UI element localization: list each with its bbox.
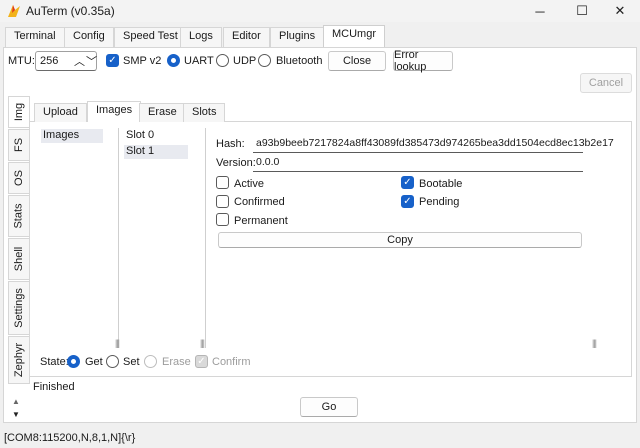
tab-mcumgr[interactable]: MCUmgr xyxy=(323,25,385,47)
tab-speed-test[interactable]: Speed Test xyxy=(114,27,187,47)
scroll-up-icon[interactable]: ▲ xyxy=(12,397,20,406)
images-list[interactable]: Images xyxy=(39,128,119,348)
side-tab-fs[interactable]: FS xyxy=(8,129,30,161)
scroll-down-icon[interactable]: ▼ xyxy=(12,410,20,419)
splitter-handle-icon[interactable]: ||| xyxy=(592,338,597,348)
uart-label: UART xyxy=(184,55,214,67)
status-bar-text: [COM8:115200,N,8,1,N]{\r} xyxy=(4,432,136,444)
error-lookup-button[interactable]: Error lookup xyxy=(393,49,453,73)
confirmed-label: Confirmed xyxy=(234,196,285,208)
pending-checkbox[interactable]: ✓ xyxy=(401,195,414,208)
side-tab-stats[interactable]: Stats xyxy=(8,195,30,237)
version-field[interactable]: 0.0.0 xyxy=(253,154,583,172)
side-tab-settings[interactable]: Settings xyxy=(8,281,30,335)
chevron-up-icon[interactable]: ︿ xyxy=(74,53,85,69)
confirmed-checkbox[interactable] xyxy=(216,195,229,208)
smp-v2-label: SMP v2 xyxy=(123,55,162,67)
subtab-erase[interactable]: Erase xyxy=(139,103,186,122)
copy-button[interactable]: Copy xyxy=(218,232,582,248)
slot-0-item[interactable]: Slot 0 xyxy=(126,129,154,141)
state-get-label: Get xyxy=(85,356,103,368)
uart-radio[interactable] xyxy=(167,54,180,67)
splitter-handle-icon[interactable]: ||| xyxy=(115,338,120,348)
tab-config[interactable]: Config xyxy=(64,27,114,47)
mtu-value: 256 xyxy=(40,55,59,67)
maximize-button[interactable]: ☐ xyxy=(562,0,602,22)
close-button[interactable]: Close xyxy=(328,51,386,71)
mtu-label: MTU: xyxy=(8,55,35,67)
status-bar: [COM8:115200,N,8,1,N]{\r} xyxy=(0,426,640,448)
state-erase-label: Erase xyxy=(162,356,191,368)
subtab-images[interactable]: Images xyxy=(87,101,142,122)
state-set-radio[interactable] xyxy=(106,355,119,368)
confirm-checkbox[interactable]: ✓ xyxy=(195,355,208,368)
hash-label: Hash: xyxy=(216,138,245,150)
bluetooth-radio[interactable] xyxy=(258,54,271,67)
udp-label: UDP xyxy=(233,55,257,67)
state-label: State: xyxy=(40,356,69,368)
permanent-checkbox[interactable] xyxy=(216,213,229,226)
app-icon xyxy=(8,5,20,17)
tab-logs[interactable]: Logs xyxy=(180,27,222,47)
go-button[interactable]: Go xyxy=(300,397,358,417)
tab-editor[interactable]: Editor xyxy=(223,27,270,47)
hash-field[interactable]: a93b9beeb7217824a8ff43089fd385473d974265… xyxy=(253,135,614,153)
subtab-upload[interactable]: Upload xyxy=(34,103,87,122)
smp-v2-checkbox[interactable]: ✓ xyxy=(106,54,119,67)
side-tab-img[interactable]: Img xyxy=(8,96,30,128)
close-window-button[interactable]: ✕ xyxy=(600,0,640,22)
chevron-down-icon[interactable]: ﹀ xyxy=(86,53,97,69)
side-tab-shell[interactable]: Shell xyxy=(8,238,30,280)
bootable-label: Bootable xyxy=(419,178,463,190)
splitter-handle-icon[interactable]: ||| xyxy=(200,338,205,348)
pending-label: Pending xyxy=(419,196,460,208)
udp-radio[interactable] xyxy=(216,54,229,67)
minimize-button[interactable]: ─ xyxy=(520,0,560,22)
title-bar: AuTerm (v0.35a) ─ ☐ ✕ xyxy=(0,0,640,22)
tab-terminal[interactable]: Terminal xyxy=(5,27,65,47)
confirm-label: Confirm xyxy=(212,356,251,368)
bootable-checkbox[interactable]: ✓ xyxy=(401,176,414,189)
cancel-button[interactable]: Cancel xyxy=(580,73,632,93)
bluetooth-label: Bluetooth xyxy=(276,55,323,67)
side-tab-os[interactable]: OS xyxy=(8,162,30,194)
slot-1-item[interactable]: Slot 1 xyxy=(124,145,188,159)
mtu-spinbox[interactable]: 256 ︿ ﹀ xyxy=(35,51,97,71)
tab-plugins[interactable]: Plugins xyxy=(270,27,325,47)
state-get-radio[interactable] xyxy=(67,355,80,368)
version-label: Version: xyxy=(216,157,256,169)
slots-list[interactable]: Slot 0 Slot 1 xyxy=(122,128,206,348)
images-root-item[interactable]: Images xyxy=(41,129,103,143)
window-title: AuTerm (v0.35a) xyxy=(26,4,115,18)
status-text: Finished xyxy=(33,381,75,393)
active-label: Active xyxy=(234,178,264,190)
state-set-label: Set xyxy=(123,356,140,368)
state-erase-radio[interactable] xyxy=(144,355,157,368)
active-checkbox[interactable] xyxy=(216,176,229,189)
permanent-label: Permanent xyxy=(234,215,288,227)
subtab-slots[interactable]: Slots xyxy=(183,103,226,122)
side-tab-zephyr[interactable]: Zephyr xyxy=(8,336,30,384)
